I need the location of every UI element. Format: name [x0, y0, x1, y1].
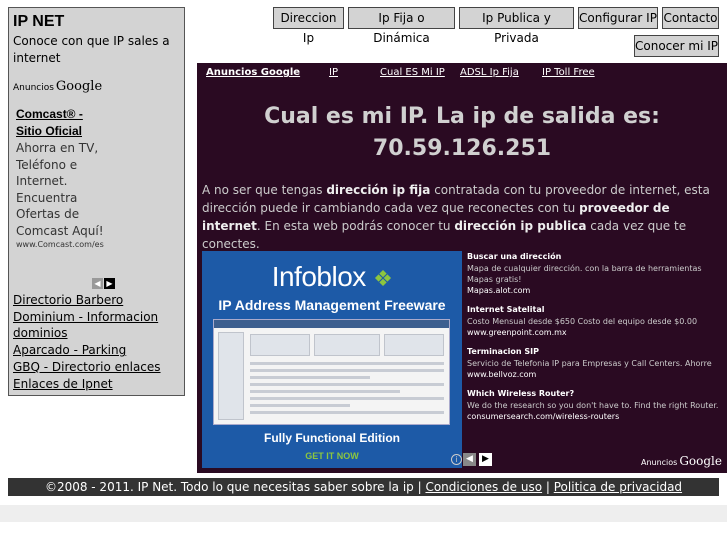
nav-configurar-ip[interactable]: Configurar IP	[578, 7, 658, 29]
text-ad[interactable]: Which Wireless Router? We do the researc…	[467, 388, 725, 422]
google-logo: Google	[679, 454, 722, 468]
ad-link-bar: Anuncios Google IP Cual ES Mi IP ADSL Ip…	[197, 67, 727, 81]
ads-by-google-label[interactable]: Anuncios Google	[13, 79, 180, 94]
text-ad-url[interactable]: www.bellvoz.com	[467, 369, 725, 380]
bottom-strip	[0, 505, 727, 522]
text-ad[interactable]: Buscar una dirección Mapa de cualquier d…	[467, 251, 725, 296]
text-ad-title[interactable]: Internet Satelital	[467, 304, 725, 316]
text-ad-title[interactable]: Buscar una dirección	[467, 251, 725, 263]
directory-links: Directorio Barbero Dominium - Informacio…	[13, 292, 184, 392]
page-headline: Cual es mi IP. La ip de salida es: 70.59…	[197, 101, 727, 165]
link-gbq[interactable]: GBQ - Directorio enlaces	[13, 359, 184, 376]
intro-text-3: . En esta web podrás conocer tu	[256, 219, 455, 233]
sidebar-ad-url[interactable]: www.Comcast.com/es	[13, 240, 180, 249]
text-ad-desc: Servicio de Telefonia IP para Empresas y…	[467, 359, 712, 368]
nav-conocer-mi-ip[interactable]: Conocer mi IP	[634, 35, 719, 57]
intro-paragraph: A no ser que tengas dirección ip fija co…	[202, 181, 722, 253]
infoblox-logo-text: Infoblox	[271, 261, 367, 292]
text-ad-title[interactable]: Which Wireless Router?	[467, 388, 725, 400]
chevron-left-icon[interactable]: ◀	[92, 278, 103, 289]
infoblox-logo: Infoblox ❖	[202, 261, 462, 293]
nav-ip-fija-dinamica[interactable]: Ip Fija o Dinámica	[348, 7, 455, 45]
sidebar-ad-pager: ◀ ▶	[92, 278, 115, 289]
text-ad-title[interactable]: Terminacion SIP	[467, 346, 725, 358]
text-ads-pager: ◀ ▶	[463, 453, 492, 466]
intro-text-1: A no ser que tengas	[202, 183, 327, 197]
site-title: IP NET	[13, 13, 65, 30]
ip-address: 70.59.126.251	[372, 136, 552, 161]
sidebar-ad-title-link[interactable]: Comcast® - Sitio Oficial	[13, 106, 103, 140]
google-logo: Google	[55, 79, 103, 94]
text-ad[interactable]: Internet Satelital Costo Mensual desde $…	[467, 304, 725, 338]
text-ad[interactable]: Terminacion SIP Servicio de Telefonia IP…	[467, 346, 725, 380]
link-enlaces-ipnet[interactable]: Enlaces de Ipnet	[13, 376, 184, 393]
banner-screenshot	[213, 319, 450, 425]
nav-contacto[interactable]: Contacto	[662, 7, 719, 29]
ad-link-anuncios-google[interactable]: Anuncios Google	[206, 67, 300, 78]
banner-get-it-now-button[interactable]: GET IT NOW	[202, 451, 462, 461]
nav-ip-publica-privada[interactable]: Ip Publica y Privada	[459, 7, 574, 45]
text-ads: Buscar una dirección Mapa de cualquier d…	[467, 251, 725, 430]
info-icon[interactable]: i	[451, 454, 462, 465]
chevron-right-icon[interactable]: ▶	[479, 453, 492, 466]
footer-privacy-link[interactable]: Politica de privacidad	[554, 480, 682, 494]
ads-label-text: Anuncios	[640, 458, 678, 467]
footer: ©2008 - 2011. IP Net. Todo lo que necesi…	[8, 478, 719, 496]
footer-copyright: ©2008 - 2011. IP Net. Todo lo que necesi…	[44, 480, 426, 494]
headline-text: Cual es mi IP. La ip de salida es:	[264, 104, 660, 129]
text-ad-url[interactable]: www.greenpoint.com.mx	[467, 327, 725, 338]
banner-edition: Fully Functional Edition	[264, 431, 400, 445]
banner-title: IP Address Management Freeware	[218, 297, 446, 313]
infoblox-banner-ad[interactable]: Infoblox ❖ IP Address Management Freewar…	[202, 251, 462, 468]
text-ad-desc: Mapa de cualquier dirección. con la barr…	[467, 264, 702, 284]
nav-direccion-ip[interactable]: Direccion Ip	[273, 7, 344, 45]
chevron-left-icon[interactable]: ◀	[463, 453, 476, 466]
main-content: Anuncios Google IP Cual ES Mi IP ADSL Ip…	[197, 63, 727, 473]
intro-bold-ip-publica: dirección ip publica	[454, 219, 587, 233]
footer-separator: |	[542, 480, 554, 494]
footer-terms-link[interactable]: Condiciones de uso	[425, 480, 542, 494]
ad-link-ip-toll-free[interactable]: IP Toll Free	[542, 67, 595, 78]
ads-label-text: Anuncios	[13, 83, 54, 93]
intro-bold-ip-fija: dirección ip fija	[326, 183, 431, 197]
ad-link-adsl-ip-fija[interactable]: ADSL Ip Fija	[460, 67, 519, 78]
infoblox-mark-icon: ❖	[373, 266, 393, 291]
text-ad-url[interactable]: Mapas.alot.com	[467, 285, 725, 296]
text-ad-desc: We do the research so you don't have to.…	[467, 401, 719, 410]
ads-by-google-label[interactable]: Anuncios Google	[641, 454, 722, 468]
sidebar-ad-text: Ahorra en TV, Teléfono e Internet. Encue…	[16, 141, 104, 238]
ad-link-cual-es-mi-ip[interactable]: Cual ES Mi IP	[380, 67, 445, 78]
sidebar: IP NET Conoce con que IP sales a interne…	[8, 7, 185, 396]
site-subtitle: Conoce con que IP sales a internet	[13, 34, 170, 65]
link-directorio-barbero[interactable]: Directorio Barbero	[13, 292, 184, 309]
text-ad-url[interactable]: consumersearch.com/wireless-routers	[467, 411, 725, 422]
text-ad-desc: Costo Mensual desde $650 Costo del equip…	[467, 317, 698, 326]
link-dominium[interactable]: Dominium - Informacion dominios	[13, 309, 184, 342]
link-aparcado[interactable]: Aparcado - Parking	[13, 342, 184, 359]
ad-link-ip[interactable]: IP	[329, 67, 338, 78]
chevron-right-icon[interactable]: ▶	[104, 278, 115, 289]
